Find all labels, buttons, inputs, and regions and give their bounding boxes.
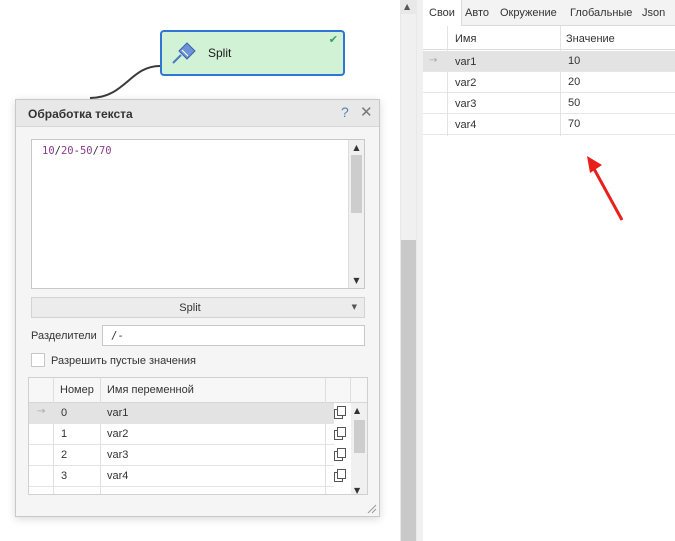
table-row[interactable]: var4 70 [423, 114, 675, 135]
allow-empty-label: Разрешить пустые значения [51, 355, 197, 367]
help-icon[interactable]: ? [341, 104, 349, 120]
scroll-track[interactable] [401, 14, 416, 240]
column-header-variable[interactable]: Имя переменной [107, 384, 194, 396]
scroll-down-icon[interactable]: ▼ [351, 275, 362, 286]
column-header-number[interactable]: Номер [60, 384, 94, 396]
input-text-part: 50 [79, 145, 93, 157]
input-text: 10/20-50/70 [42, 145, 112, 157]
scroll-up-icon[interactable]: ▲ [351, 142, 362, 153]
table-row[interactable]: var2 20 [423, 72, 675, 93]
grid-header: Номер Имя переменной [29, 378, 367, 403]
table-row[interactable]: → var1 10 [423, 51, 675, 72]
row-pointer-icon: → [429, 55, 438, 66]
table-row[interactable]: → 0 var1 [29, 403, 334, 424]
copy-icon[interactable] [333, 448, 347, 462]
column-header-name[interactable]: Имя [455, 33, 476, 45]
copy-icon[interactable] [333, 469, 347, 483]
allow-empty-checkbox[interactable] [31, 353, 45, 367]
project-canvas[interactable]: Split ✔ Обработка текста ? ✕ 10/20-50/70… [0, 0, 400, 541]
variables-tabs: Свои Авто Окружение Глобальные Json [423, 0, 675, 26]
canvas-scrollbar[interactable]: ▲ [400, 0, 417, 541]
variable-name[interactable]: var4 [455, 119, 476, 131]
variable-name[interactable]: var3 [455, 98, 476, 110]
column-divider [100, 378, 101, 403]
annotation-arrow-icon [587, 156, 624, 221]
separators-input[interactable]: /- [102, 325, 365, 346]
action-select[interactable]: Split ▼ [31, 297, 365, 318]
tab-auto[interactable]: Авто [465, 7, 489, 19]
chevron-down-icon: ▼ [351, 303, 357, 311]
table-row[interactable]: var3 50 [423, 93, 675, 114]
input-text-area[interactable]: 10/20-50/70 ▲ ▼ [31, 139, 365, 289]
row-number[interactable]: 1 [61, 428, 67, 440]
column-header-value[interactable]: Значение [566, 33, 615, 45]
row-number[interactable]: 0 [61, 407, 67, 419]
row-variable-name[interactable]: var2 [107, 428, 128, 440]
copy-icon[interactable] [333, 427, 347, 441]
scroll-thumb[interactable] [401, 240, 416, 541]
row-pointer-icon: → [37, 406, 46, 417]
scroll-down-icon[interactable]: ▼ [354, 486, 360, 494]
row-number[interactable]: 2 [61, 449, 67, 461]
variable-value[interactable]: 10 [568, 55, 580, 67]
row-variable-name[interactable]: var3 [107, 449, 128, 461]
variable-name[interactable]: var1 [455, 56, 476, 68]
separators-value: /- [111, 330, 124, 342]
input-text-part: 70 [98, 145, 112, 157]
row-variable-name[interactable]: var1 [107, 407, 128, 419]
variable-name[interactable]: var2 [455, 77, 476, 89]
action-select-value: Split [179, 302, 201, 314]
table-row[interactable]: 3 var4 [29, 466, 334, 487]
variable-value[interactable]: 70 [568, 118, 580, 130]
node-label: Split [208, 46, 232, 60]
column-divider [325, 378, 326, 403]
grid-scrollbar[interactable]: ▲ ▼ [351, 403, 367, 494]
table-row[interactable]: 1 var2 [29, 424, 334, 445]
tab-environment[interactable]: Окружение [500, 7, 557, 19]
variable-value[interactable]: 20 [568, 76, 580, 88]
scroll-thumb[interactable] [351, 155, 362, 213]
resize-grip-icon[interactable] [365, 502, 377, 514]
column-divider [560, 26, 561, 136]
dialog-title: Обработка текста [28, 107, 133, 121]
column-divider [447, 26, 448, 136]
tab-global[interactable]: Глобальные [570, 7, 632, 19]
variables-grid: Номер Имя переменной → 0 var1 1 var2 2 v… [28, 377, 368, 495]
input-text-part: 10 [42, 145, 55, 157]
textarea-scrollbar[interactable]: ▲ ▼ [348, 140, 364, 288]
variables-panel: Свои Авто Окружение Глобальные Json Имя … [423, 0, 675, 541]
check-icon: ✔ [328, 33, 338, 46]
input-text-part: 20 [60, 145, 74, 157]
pin-icon [172, 42, 196, 64]
text-processing-dialog: Обработка текста ? ✕ 10/20-50/70 ▲ ▼ Spl… [15, 99, 380, 517]
variable-value[interactable]: 50 [568, 97, 580, 109]
table-row[interactable]: 2 var3 [29, 445, 334, 466]
separators-label: Разделители [31, 330, 97, 342]
copy-icon[interactable] [333, 406, 347, 420]
variables-table-header: Имя Значение [423, 26, 675, 50]
scroll-thumb[interactable] [354, 420, 365, 453]
close-icon[interactable]: ✕ [360, 103, 373, 121]
column-divider [53, 378, 54, 403]
dialog-header[interactable]: Обработка текста ? ✕ [16, 100, 379, 127]
row-variable-name[interactable]: var4 [107, 470, 128, 482]
row-number[interactable]: 3 [61, 470, 67, 482]
split-action-node[interactable]: Split ✔ [160, 30, 345, 76]
tab-json[interactable]: Json [642, 7, 665, 19]
scroll-up-icon[interactable]: ▲ [354, 406, 360, 415]
tab-own[interactable]: Свои [423, 0, 462, 26]
column-divider [350, 378, 351, 403]
scroll-up-icon[interactable]: ▲ [404, 2, 410, 11]
